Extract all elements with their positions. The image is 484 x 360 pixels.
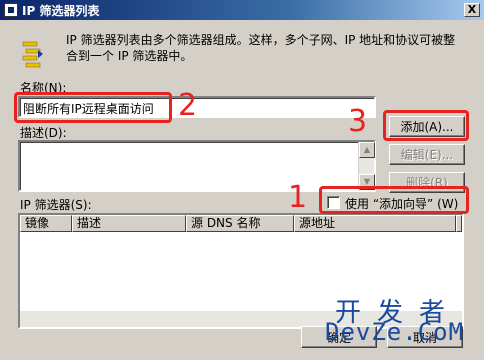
description-field[interactable]: ▲ ▼ [18, 140, 376, 192]
edit-button[interactable]: 编辑(E)... [389, 144, 465, 165]
window-title: IP 筛选器列表 [22, 3, 100, 18]
info-line-1: IP 筛选器列表由多个筛选器组成。这样，多个子网、IP 地址和协议可被整 [66, 33, 456, 47]
close-button[interactable]: X [464, 3, 480, 17]
annotation-box-add [383, 110, 469, 141]
annotation-number-3: 3 [348, 104, 368, 139]
column-source-address[interactable]: 源地址 [294, 215, 456, 232]
edit-button-label: 编辑(E)... [400, 148, 454, 162]
filters-list-header: 镜像 描述 源 DNS 名称 源地址 目 [20, 215, 462, 232]
column-mirror[interactable]: 镜像 [20, 215, 72, 232]
annotation-box-wizard [319, 186, 469, 214]
watermark: 开发者 DevZe.CoM [325, 296, 477, 352]
column-source-dns[interactable]: 源 DNS 名称 [186, 215, 294, 232]
column-destination[interactable]: 目 [456, 215, 462, 232]
filters-label: IP 筛选器(S): [20, 198, 92, 212]
info-text: IP 筛选器列表由多个筛选器组成。这样，多个子网、IP 地址和协议可被整 合到一… [66, 32, 476, 64]
description-scrollbar[interactable]: ▲ ▼ [358, 142, 375, 190]
title-bar: IP 筛选器列表 X [0, 0, 484, 20]
column-description[interactable]: 描述 [72, 215, 186, 232]
scroll-up-arrow-icon[interactable]: ▲ [359, 142, 375, 158]
watermark-line-2: DevZe.CoM [325, 318, 465, 346]
annotation-box-name [14, 92, 172, 123]
annotation-number-1: 1 [288, 180, 308, 215]
annotation-number-2: 2 [178, 88, 198, 123]
description-label: 描述(D): [20, 126, 67, 140]
filter-list-icon [22, 41, 43, 68]
window-icon [4, 3, 18, 17]
info-line-2: 合到一个 IP 筛选器中。 [66, 49, 193, 63]
